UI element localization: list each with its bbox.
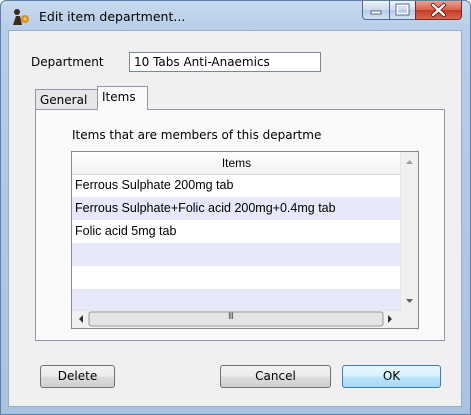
horizontal-scrollbar[interactable]: III — [72, 310, 401, 328]
scroll-thumb-grip: III — [228, 312, 234, 322]
maximize-icon — [395, 3, 410, 16]
list-item[interactable]: Folic acid 5mg tab — [72, 220, 401, 243]
close-icon — [431, 3, 446, 17]
list-item[interactable] — [72, 243, 401, 266]
minimize-icon — [370, 10, 382, 15]
list-item[interactable]: Ferrous Sulphate 200mg tab — [72, 174, 401, 197]
scrollbar-corner — [401, 311, 418, 328]
list-item[interactable] — [72, 266, 401, 289]
minimize-button[interactable] — [362, 1, 390, 20]
items-list[interactable]: Items Ferrous Sulphate 200mg tab Ferrous… — [71, 151, 419, 329]
maximize-button[interactable] — [389, 1, 416, 20]
list-item[interactable] — [72, 289, 401, 312]
delete-button[interactable]: Delete — [40, 365, 115, 388]
scroll-arrows-icon — [79, 311, 392, 327]
window-title: Edit item department... — [39, 9, 186, 24]
close-button[interactable] — [415, 1, 462, 20]
list-item[interactable]: Ferrous Sulphate+Folic acid 200mg+0.4mg … — [72, 197, 401, 220]
vertical-scrollbar[interactable] — [400, 152, 418, 311]
department-label: Department — [31, 55, 104, 69]
items-rows: Ferrous Sulphate 200mg tab Ferrous Sulph… — [72, 174, 401, 312]
tab-general[interactable]: General — [35, 89, 98, 109]
department-field[interactable]: 10 Tabs Anti-Anaemics — [129, 52, 321, 72]
cancel-button[interactable]: Cancel — [220, 365, 331, 388]
app-icon — [13, 9, 29, 25]
title-bar[interactable]: Edit item department... — [1, 1, 470, 31]
members-caption: Items that are members of this departme — [72, 128, 322, 142]
items-column-header[interactable]: Items — [72, 152, 401, 175]
scroll-arrows-icon — [406, 160, 413, 303]
tab-items[interactable]: Items — [97, 86, 148, 110]
ok-button[interactable]: OK — [342, 365, 441, 388]
